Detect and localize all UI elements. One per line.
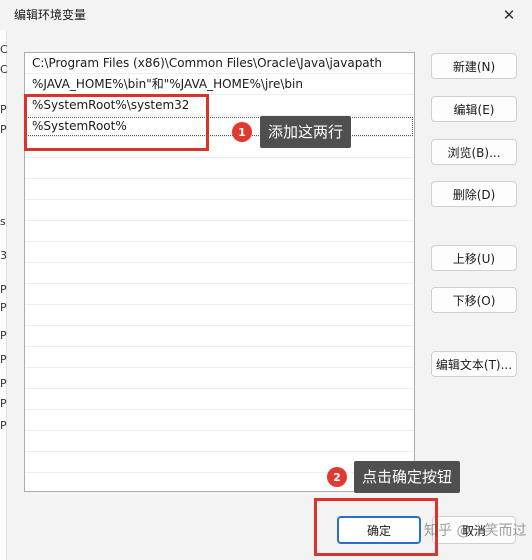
list-item-empty[interactable] xyxy=(25,368,414,389)
watermark: 知乎 @一笑而过 xyxy=(424,523,527,539)
step-tip-1: 添加这两行 xyxy=(260,116,352,148)
list-item[interactable]: C:\Program Files (x86)\Common Files\Orac… xyxy=(25,53,414,74)
list-item[interactable]: %JAVA_HOME%\bin"和"%JAVA_HOME%\jre\bin xyxy=(25,74,414,95)
list-item-empty[interactable] xyxy=(25,263,414,284)
background-text: 3 xyxy=(0,249,7,262)
background-window-edge: CCPPs3PPPPPPP xyxy=(0,30,8,560)
background-text: P xyxy=(0,397,7,410)
close-icon[interactable]: ✕ xyxy=(486,0,532,30)
new-button[interactable]: 新建(N) xyxy=(431,53,517,79)
window-title: 编辑环境变量 xyxy=(14,8,87,22)
step-badge-1: 1 xyxy=(232,122,252,142)
edit-button[interactable]: 编辑(E) xyxy=(431,96,517,122)
background-text: P xyxy=(0,419,7,432)
background-text: P xyxy=(0,329,7,342)
list-item-empty[interactable] xyxy=(25,284,414,305)
background-text: P xyxy=(0,103,7,116)
background-text: P xyxy=(0,123,7,136)
edit-text-button[interactable]: 编辑文本(T)... xyxy=(431,351,517,377)
list-item-empty[interactable] xyxy=(25,242,414,263)
list-item-empty[interactable] xyxy=(25,179,414,200)
list-item-empty[interactable] xyxy=(25,305,414,326)
move-down-button[interactable]: 下移(O) xyxy=(431,287,517,313)
title-bar: 编辑环境变量 ✕ xyxy=(0,0,532,30)
background-text: P xyxy=(0,353,7,366)
list-item-empty[interactable] xyxy=(25,200,414,221)
background-text: P xyxy=(0,377,7,390)
step-badge-2: 2 xyxy=(327,467,347,487)
browse-button[interactable]: 浏览(B)... xyxy=(431,139,517,165)
move-up-button[interactable]: 上移(U) xyxy=(431,245,517,271)
background-text: C xyxy=(0,43,8,56)
list-item-empty[interactable] xyxy=(25,389,414,410)
highlight-box-ok xyxy=(314,498,438,556)
background-text: C xyxy=(0,63,8,76)
highlight-box-rows xyxy=(24,94,209,151)
list-item-empty[interactable] xyxy=(25,410,414,431)
delete-button[interactable]: 删除(D) xyxy=(431,181,517,207)
background-text: P xyxy=(0,301,7,314)
list-item-empty[interactable] xyxy=(25,158,414,179)
list-item-empty[interactable] xyxy=(25,347,414,368)
list-item-empty[interactable] xyxy=(25,431,414,452)
step-tip-2: 点击确定按钮 xyxy=(354,461,461,493)
background-text: P xyxy=(0,283,7,296)
list-item-empty[interactable] xyxy=(25,326,414,347)
background-text: s xyxy=(0,215,6,228)
list-item-empty[interactable] xyxy=(25,221,414,242)
